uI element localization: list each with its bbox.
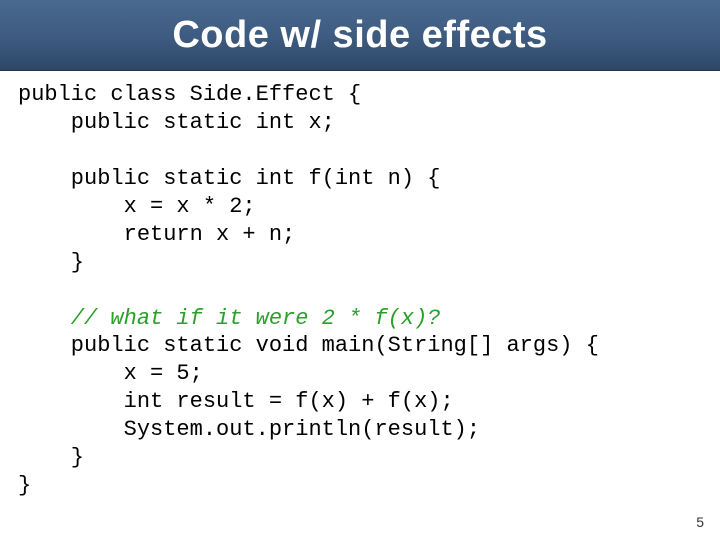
- code-line: }: [18, 250, 84, 275]
- code-line: }: [18, 473, 31, 498]
- code-line: x = 5;: [18, 361, 203, 386]
- code-line: System.out.println(result);: [18, 417, 480, 442]
- slide: Code w/ side effects public class Side.E…: [0, 0, 720, 540]
- code-line: public static void main(String[] args) {: [18, 333, 599, 358]
- code-line: public static int f(int n) {: [18, 166, 440, 191]
- page-number: 5: [696, 514, 704, 530]
- code-line: public static int x;: [18, 110, 335, 135]
- code-line: x = x * 2;: [18, 194, 256, 219]
- code-line: return x + n;: [18, 222, 295, 247]
- code-block: public class Side.Effect { public static…: [0, 71, 720, 500]
- code-line: public class Side.Effect {: [18, 82, 361, 107]
- code-line: int result = f(x) + f(x);: [18, 389, 454, 414]
- slide-title: Code w/ side effects: [172, 14, 547, 57]
- code-line: }: [18, 445, 84, 470]
- code-comment: // what if it were 2 * f(x)?: [18, 306, 440, 331]
- title-bar: Code w/ side effects: [0, 0, 720, 71]
